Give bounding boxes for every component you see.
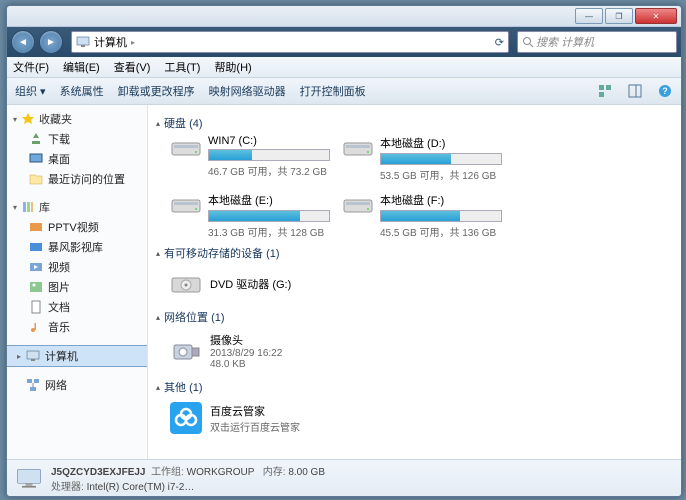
preview-pane-button[interactable] (627, 83, 643, 99)
pictures-icon (29, 280, 43, 294)
chevron-right-icon[interactable]: ▸ (131, 38, 135, 47)
drive-name: 本地磁盘 (D:) (380, 135, 502, 151)
drive-free-text: 46.7 GB 可用，共 73.2 GB (208, 163, 330, 178)
drive-item[interactable]: 本地磁盘 (F:) 45.5 GB 可用，共 136 GB (342, 192, 502, 239)
close-button[interactable]: ✕ (635, 8, 677, 24)
computer-icon (76, 35, 90, 49)
baidu-item[interactable]: 百度云管家双击运行百度云管家 (170, 399, 673, 437)
map-network-drive-button[interactable]: 映射网络驱动器 (209, 83, 286, 99)
chevron-down-icon: ▾ (13, 115, 17, 124)
address-bar[interactable]: 计算机 ▸ ⟳ (71, 31, 509, 53)
drive-usage-bar (380, 153, 502, 165)
toolbar: 组织 ▾ 系统属性 卸载或更改程序 映射网络驱动器 打开控制面板 ? (7, 78, 681, 105)
drive-name: 本地磁盘 (F:) (380, 192, 502, 208)
menu-help[interactable]: 帮助(H) (214, 59, 251, 75)
drive-usage-bar (208, 149, 330, 161)
drive-usage-bar (380, 210, 502, 222)
sidebar-item-desktop[interactable]: 桌面 (7, 149, 147, 169)
video-icon (29, 240, 43, 254)
search-icon (522, 36, 534, 48)
section-drives[interactable]: ▴硬盘 (4) (156, 115, 673, 131)
music-icon (29, 320, 43, 334)
drive-free-text: 45.5 GB 可用，共 136 GB (380, 224, 502, 239)
system-properties-button[interactable]: 系统属性 (60, 83, 104, 99)
open-control-panel-button[interactable]: 打开控制面板 (300, 83, 366, 99)
refresh-button[interactable]: ⟳ (495, 36, 504, 49)
sidebar-item-pictures[interactable]: 图片 (7, 277, 147, 297)
drive-usage-bar (208, 210, 330, 222)
sidebar: ▾ 收藏夹 下载 桌面 最近访问的位置 ▾ 库 PPTV视频 暴风影视库 视频 … (7, 105, 148, 459)
content-area: ▴硬盘 (4) WIN7 (C:) 46.7 GB 可用，共 73.2 GB 本地磁… (148, 105, 681, 459)
dvd-drive[interactable]: DVD 驱动器 (G:) (170, 265, 673, 303)
libraries-icon (21, 200, 35, 214)
computer-icon (26, 349, 40, 363)
sidebar-item-network[interactable]: ▸ 网络 (7, 375, 147, 395)
section-netloc[interactable]: ▴网络位置 (1) (156, 309, 673, 325)
drive-name: 本地磁盘 (E:) (208, 192, 330, 208)
svg-text:?: ? (662, 86, 668, 96)
sidebar-item-baofeng[interactable]: 暴风影视库 (7, 237, 147, 257)
minimize-button[interactable]: — (575, 8, 603, 24)
navbar: ◄ ► 计算机 ▸ ⟳ 搜索 计算机 (7, 27, 681, 57)
statusbar: J5QZCYD3EXJFEJJ 工作组: WORKGROUP 内存: 8.00 … (7, 459, 681, 496)
menu-view[interactable]: 查看(V) (114, 59, 151, 75)
menu-edit[interactable]: 编辑(E) (63, 59, 100, 75)
sidebar-item-documents[interactable]: 文档 (7, 297, 147, 317)
drive-icon (342, 135, 374, 159)
camera-icon (170, 335, 202, 367)
drive-free-text: 53.5 GB 可用，共 126 GB (380, 167, 502, 182)
drive-free-text: 31.3 GB 可用，共 128 GB (208, 224, 330, 239)
sidebar-libraries[interactable]: ▾ 库 (7, 197, 147, 217)
star-icon (21, 112, 35, 126)
sidebar-item-videos[interactable]: 视频 (7, 257, 147, 277)
drive-item[interactable]: WIN7 (C:) 46.7 GB 可用，共 73.2 GB (170, 135, 330, 182)
maximize-button[interactable]: ❐ (605, 8, 633, 24)
drive-item[interactable]: 本地磁盘 (E:) 31.3 GB 可用，共 128 GB (170, 192, 330, 239)
breadcrumb-segment[interactable]: 计算机 (94, 34, 127, 50)
sidebar-item-pptv[interactable]: PPTV视频 (7, 217, 147, 237)
organize-button[interactable]: 组织 ▾ (15, 83, 46, 99)
section-other[interactable]: ▴其他 (1) (156, 379, 673, 395)
sidebar-item-music[interactable]: 音乐 (7, 317, 147, 337)
back-button[interactable]: ◄ (11, 30, 35, 54)
download-icon (29, 132, 43, 146)
computer-name: J5QZCYD3EXJFEJJ (51, 467, 146, 478)
camera-item[interactable]: 摄像头2013/8/29 16:2248.0 KB (170, 329, 673, 373)
sidebar-item-computer[interactable]: ▸ 计算机 (7, 345, 147, 367)
chevron-right-icon: ▸ (17, 352, 21, 361)
video-icon (29, 220, 43, 234)
titlebar: — ❐ ✕ (7, 6, 681, 27)
dvd-icon (170, 268, 202, 300)
menu-file[interactable]: 文件(F) (13, 59, 49, 75)
documents-icon (29, 300, 43, 314)
sidebar-item-recent[interactable]: 最近访问的位置 (7, 169, 147, 189)
recent-icon (29, 172, 43, 186)
baidu-cloud-icon (170, 402, 202, 434)
sidebar-favorites[interactable]: ▾ 收藏夹 (7, 109, 147, 129)
chevron-down-icon: ▾ (13, 203, 17, 212)
video-icon (29, 260, 43, 274)
drive-item[interactable]: 本地磁盘 (D:) 53.5 GB 可用，共 126 GB (342, 135, 502, 182)
desktop-icon (29, 152, 43, 166)
drive-name: WIN7 (C:) (208, 135, 330, 147)
search-input[interactable]: 搜索 计算机 (517, 31, 677, 53)
network-icon (26, 378, 40, 392)
menubar: 文件(F) 编辑(E) 查看(V) 工具(T) 帮助(H) (7, 57, 681, 78)
menu-tools[interactable]: 工具(T) (164, 59, 200, 75)
drive-icon (170, 192, 202, 216)
sidebar-item-downloads[interactable]: 下载 (7, 129, 147, 149)
drive-icon (342, 192, 374, 216)
uninstall-programs-button[interactable]: 卸载或更改程序 (118, 83, 195, 99)
section-removable[interactable]: ▴有可移动存储的设备 (1) (156, 245, 673, 261)
forward-button[interactable]: ► (39, 30, 63, 54)
view-options-button[interactable] (597, 83, 613, 99)
help-button[interactable]: ? (657, 83, 673, 99)
computer-icon (15, 464, 43, 492)
drive-icon (170, 135, 202, 159)
